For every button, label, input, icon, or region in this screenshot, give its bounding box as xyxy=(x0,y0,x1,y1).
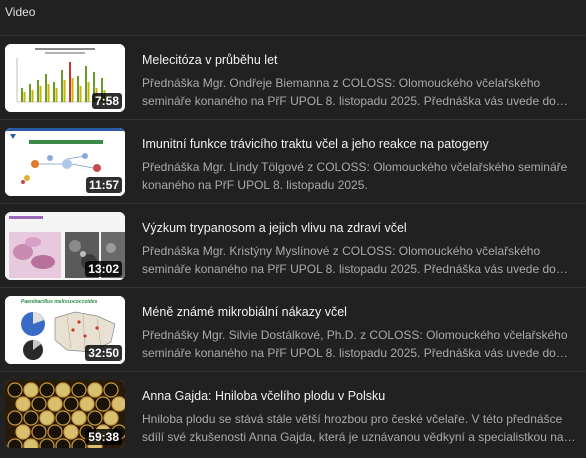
video-item[interactable]: 13:02 Výzkum trypanosom a jejich vlivu n… xyxy=(0,204,586,288)
video-title[interactable]: Anna Gajda: Hniloba včelího plodu v Pols… xyxy=(142,388,578,404)
video-item[interactable]: Paenibacillus melissococcoides 32:50 Mén… xyxy=(0,288,586,372)
video-item[interactable]: 11:57 Imunitní funkce trávicího traktu v… xyxy=(0,120,586,204)
video-list: 7:58 Melecitóza v průběhu let Přednáška … xyxy=(0,36,586,456)
video-title[interactable]: Melecitóza v průběhu let xyxy=(142,52,578,68)
video-description: Přednáška Mgr. Lindy Tölgové z COLOSS: O… xyxy=(142,160,568,192)
video-duration: 32:50 xyxy=(85,345,122,361)
video-item[interactable]: 7:58 Melecitóza v průběhu let Přednáška … xyxy=(0,36,586,120)
video-thumbnail[interactable]: 11:57 xyxy=(5,128,125,196)
video-duration: 7:58 xyxy=(91,93,122,109)
section-title: Video xyxy=(5,5,36,19)
video-description: Přednášky Mgr. Silvie Dostálkové, Ph.D. … xyxy=(142,328,568,360)
video-description: Přednáška Mgr. Ondřeje Biemanna z COLOSS… xyxy=(142,76,556,108)
video-description: Hniloba plodu se stává stále větší hrozb… xyxy=(142,412,564,444)
video-thumbnail[interactable]: Paenibacillus melissococcoides 32:50 xyxy=(5,296,125,364)
section-header: Video xyxy=(0,0,586,36)
thumbnail-slide-heading: Paenibacillus melissococcoides xyxy=(21,299,98,305)
video-title[interactable]: Méně známé mikrobiální nákazy včel xyxy=(142,304,578,320)
video-duration: 11:57 xyxy=(85,177,122,193)
video-thumbnail[interactable]: 59:38 xyxy=(5,380,125,448)
video-duration: 13:02 xyxy=(85,261,122,277)
video-title[interactable]: Imunitní funkce trávicího traktu včel a … xyxy=(142,136,578,152)
video-thumbnail[interactable]: 7:58 xyxy=(5,44,125,112)
video-title[interactable]: Výzkum trypanosom a jejich vlivu na zdra… xyxy=(142,220,578,236)
video-description: Přednáška Mgr. Kristýny Myslínové z COLO… xyxy=(142,244,556,276)
video-duration: 59:38 xyxy=(85,429,122,445)
video-thumbnail[interactable]: 13:02 xyxy=(5,212,125,280)
video-item[interactable]: 59:38 Anna Gajda: Hniloba včelího plodu … xyxy=(0,372,586,456)
